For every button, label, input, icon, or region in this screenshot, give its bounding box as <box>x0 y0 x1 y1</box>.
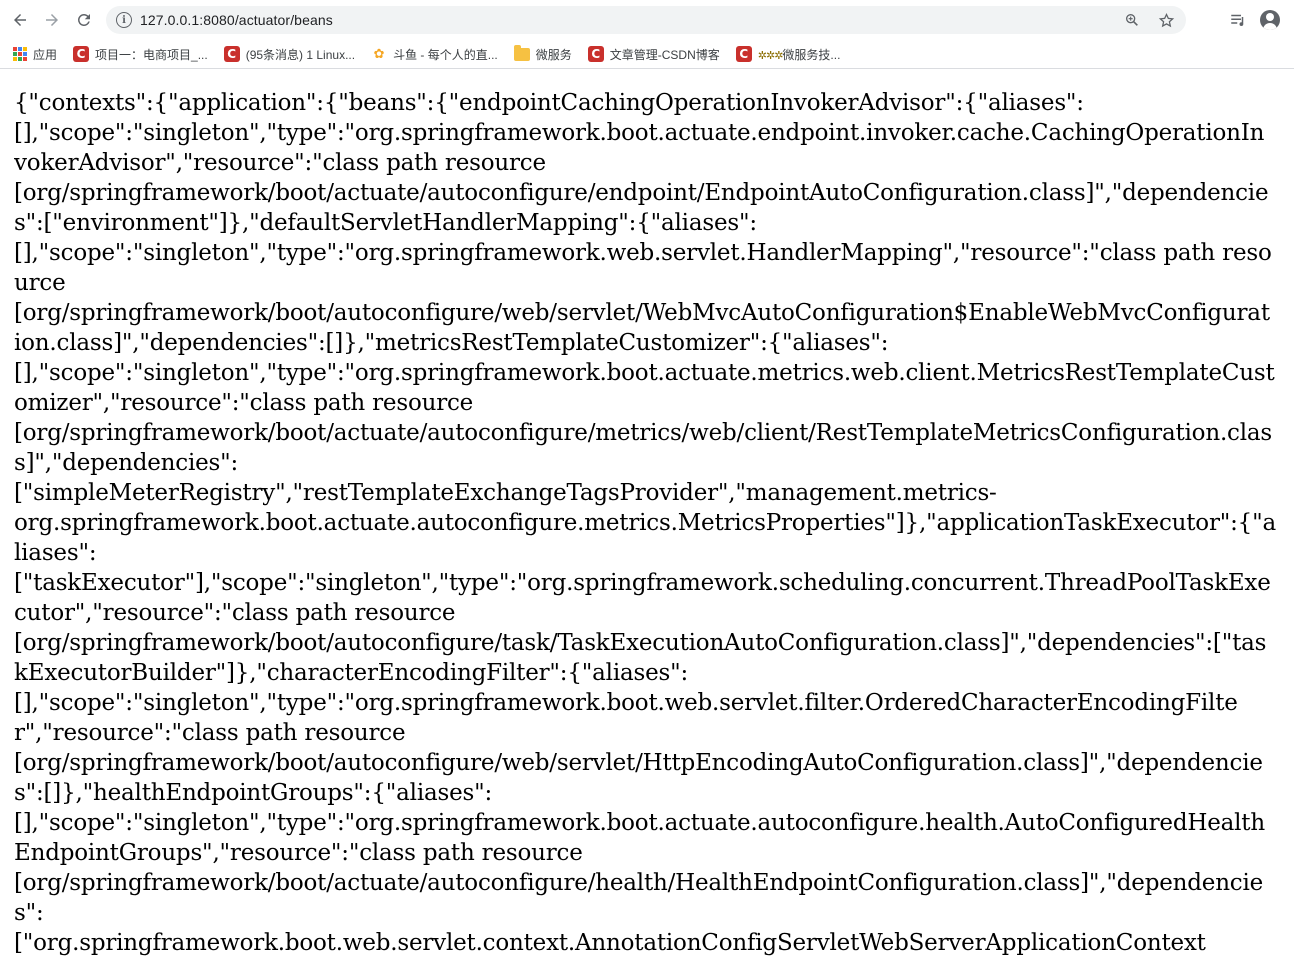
bookmark-label-text: 微服务技... <box>782 47 841 62</box>
csdn-icon: C <box>223 46 240 62</box>
folder-icon <box>513 44 530 61</box>
bookmark-label: ✲✲✲微服务技... <box>758 46 841 63</box>
forward-button[interactable] <box>36 4 68 36</box>
info-icon[interactable]: i <box>116 12 132 28</box>
bookmark-csdn-articles[interactable]: C 文章管理-CSDN博客 <box>581 42 727 66</box>
bookmark-folder-microservices[interactable]: 微服务 <box>507 42 579 66</box>
arrow-left-icon <box>14 14 26 26</box>
csdn-icon: C <box>735 46 752 62</box>
page-content: {"contexts":{"application":{"beans":{"en… <box>14 88 1276 960</box>
sparkle-icon: ✲✲✲ <box>757 49 784 62</box>
bookmark-label: 微服务 <box>535 47 572 62</box>
toolbar-right <box>1226 8 1280 32</box>
reload-button[interactable] <box>68 4 100 36</box>
url-text[interactable]: 127.0.0.1:8080/actuator/beans <box>140 12 333 28</box>
browser-toolbar: i 127.0.0.1:8080/actuator/beans <box>0 0 1294 41</box>
json-response-text: {"contexts":{"application":{"beans":{"en… <box>14 90 1276 956</box>
bookmark-apps[interactable]: 应用 <box>6 42 64 66</box>
arrow-right-icon <box>46 14 58 26</box>
csdn-icon: C <box>73 46 90 62</box>
csdn-icon: C <box>587 46 604 62</box>
bookmark-ecommerce-project[interactable]: C 项目一：电商项目_... <box>66 42 215 66</box>
bookmarks-bar: 应用 C 项目一：电商项目_... C (95条消息) 1 Linux... ✿… <box>0 40 1294 69</box>
star-icon[interactable] <box>1156 10 1176 30</box>
douyu-icon: ✿ <box>373 46 385 61</box>
bookmark-label: 斗鱼 - 每个人的直... <box>393 47 498 62</box>
media-queue-icon[interactable] <box>1226 8 1250 32</box>
bookmark-douyu[interactable]: ✿ 斗鱼 - 每个人的直... <box>364 42 505 66</box>
bookmark-microservice-tech[interactable]: C ✲✲✲微服务技... <box>729 42 848 66</box>
bookmark-label: 应用 <box>33 47 58 62</box>
bookmark-label: 文章管理-CSDN博客 <box>609 47 720 62</box>
zoom-icon[interactable] <box>1122 10 1142 30</box>
back-button[interactable] <box>4 4 36 36</box>
apps-grid-icon <box>13 47 27 61</box>
account-icon[interactable] <box>1260 10 1280 30</box>
address-bar[interactable]: i 127.0.0.1:8080/actuator/beans <box>106 6 1186 34</box>
reload-icon <box>77 13 90 26</box>
omnibox-actions <box>1122 10 1176 30</box>
bookmark-linux-messages[interactable]: C (95条消息) 1 Linux... <box>217 42 362 66</box>
bookmark-label: 项目一：电商项目_... <box>95 47 208 62</box>
bookmark-label: (95条消息) 1 Linux... <box>245 47 356 62</box>
